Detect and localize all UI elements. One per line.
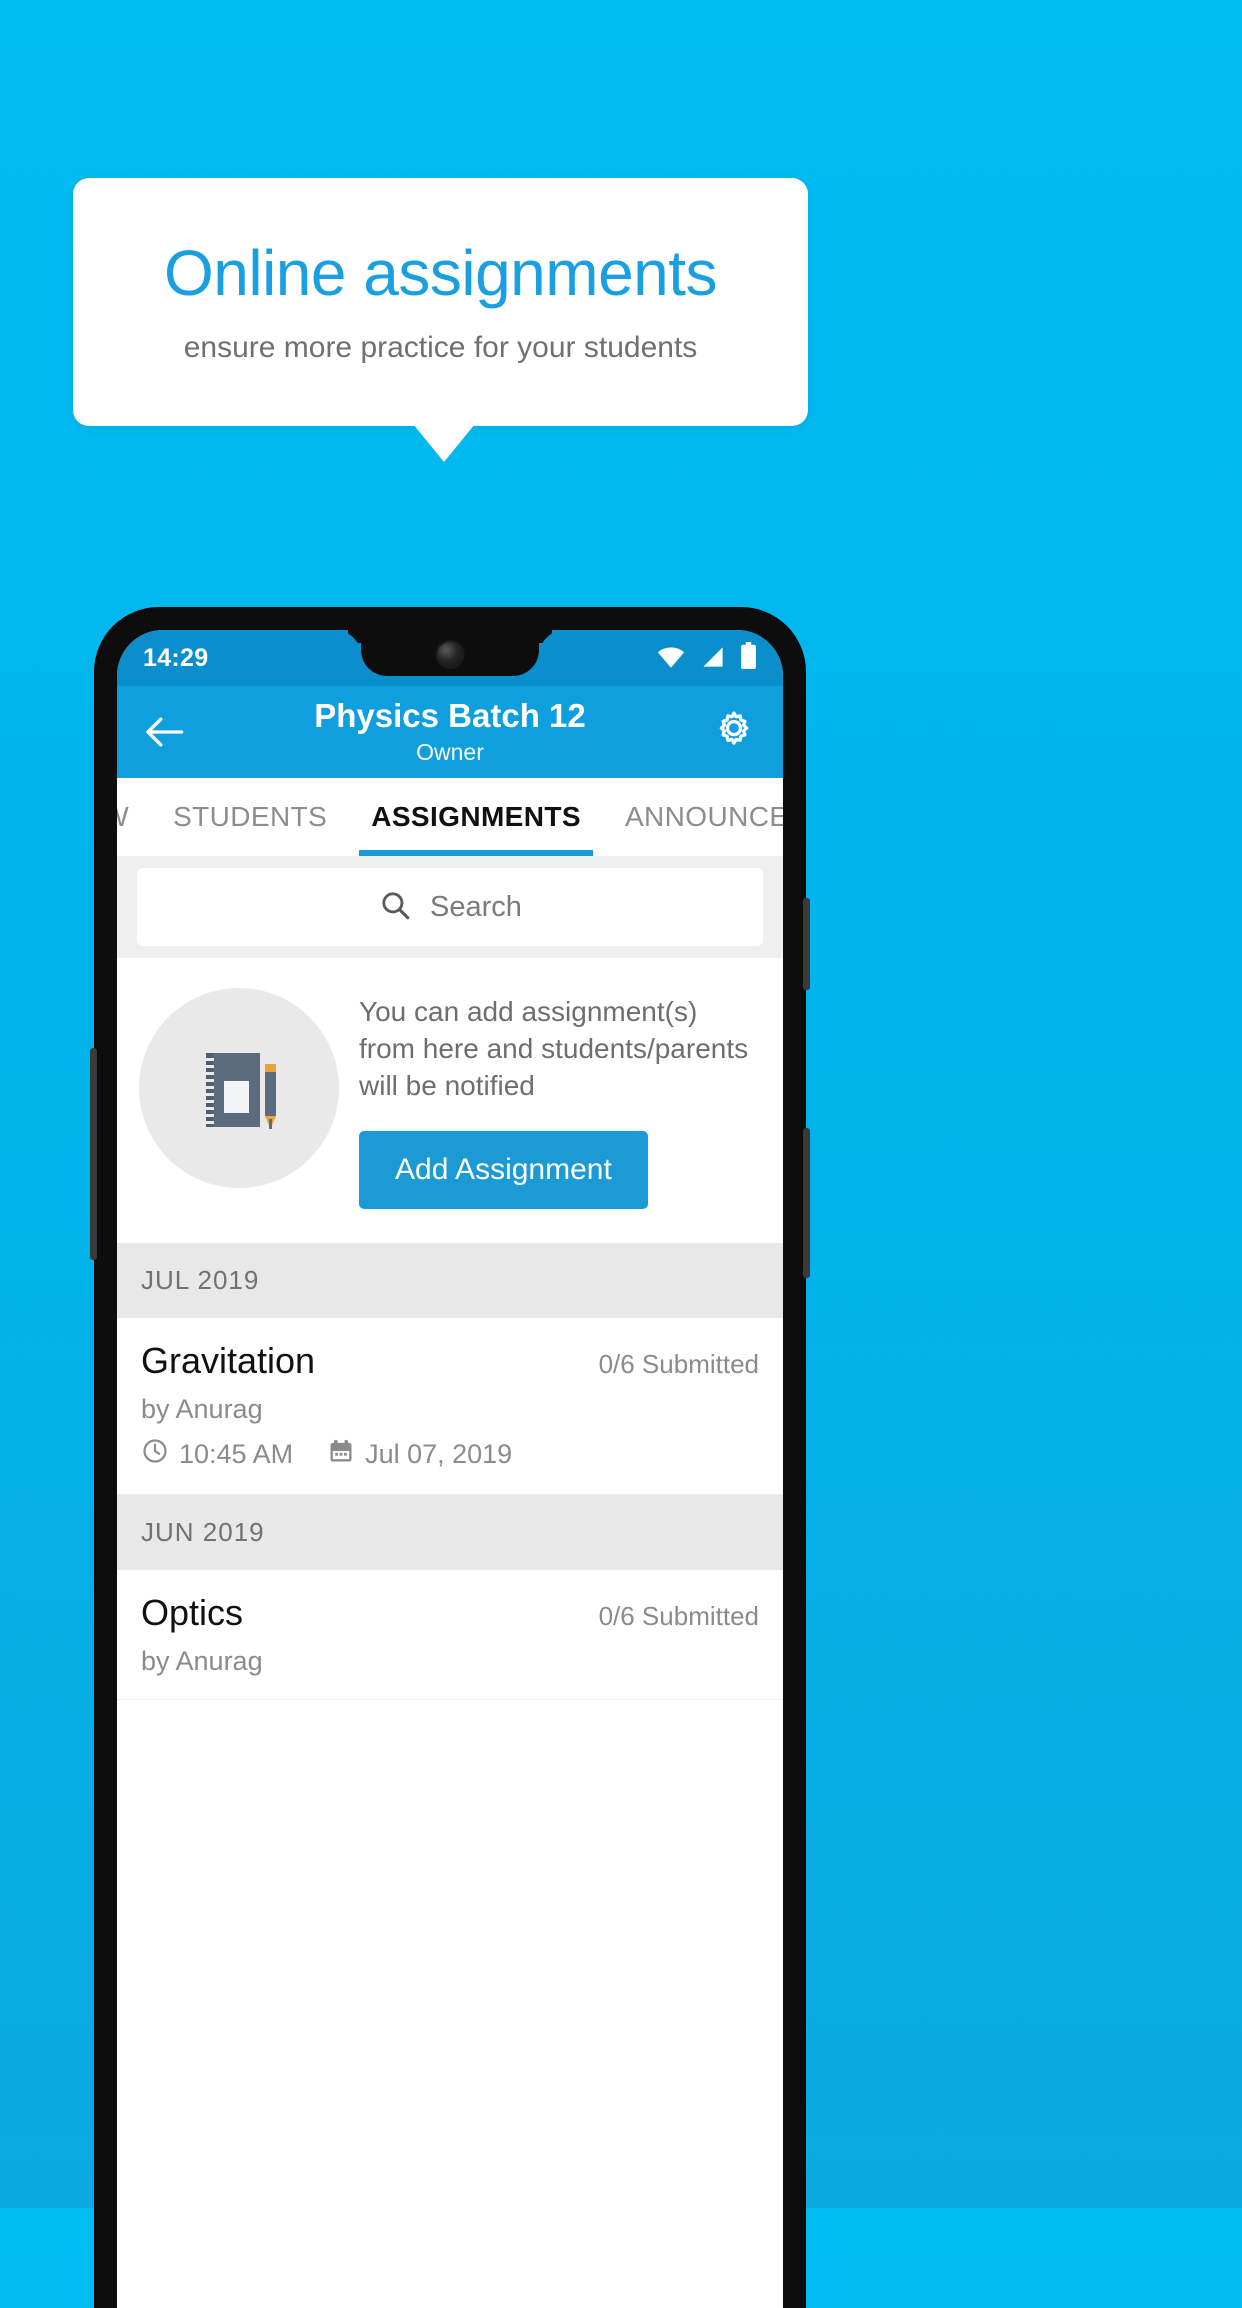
assignment-meta: 10:45 AM Jul 07, 2019 [141,1437,759,1472]
tab-announcements[interactable]: ANNOUNCEMENTS [603,778,783,856]
assignment-title: Gravitation [141,1339,316,1381]
promo-subtitle: ensure more practice for your students [183,331,698,365]
empty-state-card: You can add assignment(s) from here and … [117,958,783,1243]
tab-assignments[interactable]: ASSIGNMENTS [349,778,603,856]
search-section: Search [117,856,783,958]
assignment-author: by Anurag [141,1645,263,1676]
clock-icon [141,1437,169,1472]
search-placeholder: Search [430,890,522,923]
assignment-date: Jul 07, 2019 [365,1438,513,1469]
phone-device: 14:29 Physics Batch 12 Owner STUDENTS AS… [90,608,810,2308]
assignment-row-top: Gravitation 0/6 Submitted [141,1340,759,1382]
add-assignment-button[interactable]: Add Assignment [359,1130,648,1209]
status-badge: 0/6 Submitted [598,1348,759,1379]
app-bar-titles: Physics Batch 12 Owner [117,686,783,778]
month-header-jun: JUN 2019 [117,1494,783,1570]
calendar-icon [327,1437,355,1472]
empty-state-illustration [139,988,339,1188]
empty-state-body: You can add assignment(s) from here and … [359,988,759,1209]
search-icon [378,888,412,927]
power-button[interactable] [803,898,810,990]
empty-state-message: You can add assignment(s) from here and … [359,996,749,1101]
wifi-icon [656,645,686,674]
assignment-time: 10:45 AM [179,1438,294,1469]
table-row[interactable]: Optics 0/6 Submitted by Anurag [117,1569,783,1700]
status-badge: 0/6 Submitted [598,1600,759,1631]
assignment-row-top: Optics 0/6 Submitted [141,1592,759,1634]
promo-card: Online assignments ensure more practice … [73,178,808,426]
volume-button[interactable] [803,1128,810,1278]
page-title: Physics Batch 12 [314,697,586,735]
promo-title: Online assignments [163,236,718,309]
gear-icon [711,707,757,758]
tab-students[interactable]: STUDENTS [151,778,349,856]
tab-overview[interactable]: IEW [117,778,151,856]
front-camera-icon [437,642,463,667]
settings-button[interactable] [711,707,757,758]
search-input[interactable]: Search [137,868,763,946]
status-time: 14:29 [143,643,209,672]
phone-bezel: 14:29 Physics Batch 12 Owner STUDENTS AS… [117,630,783,2308]
signal-icon [700,645,726,674]
battery-icon [740,642,757,674]
page-subtitle: Owner [416,738,484,765]
app-bar: Physics Batch 12 Owner [117,686,783,778]
back-button[interactable] [143,716,185,748]
status-icons [656,642,757,674]
status-bar: 14:29 [117,630,783,686]
assignment-title: Optics [141,1591,244,1633]
assignment-author: by Anurag [141,1393,263,1424]
notebook-pen-icon [184,1031,294,1146]
tab-bar: IEW STUDENTS ASSIGNMENTS ANNOUNCEMENTS [117,778,783,856]
assistant-button[interactable] [90,1048,97,1260]
month-header-jul: JUL 2019 [117,1242,783,1318]
phone-screen: 14:29 Physics Batch 12 Owner STUDENTS AS… [117,630,783,2308]
promo-card-tail [413,424,475,462]
table-row[interactable]: Gravitation 0/6 Submitted by Anurag 10:4… [117,1317,783,1495]
display-notch [361,630,539,676]
